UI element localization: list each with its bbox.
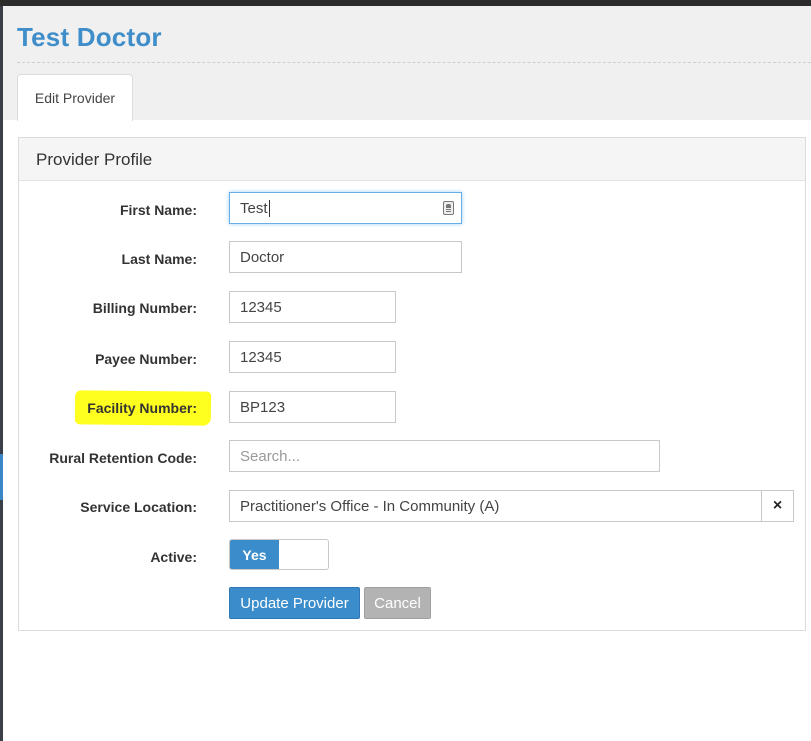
payee-number-label: Payee Number: (95, 351, 197, 367)
clear-service-location-button[interactable]: × (762, 490, 794, 522)
page-title: Test Doctor (17, 22, 162, 52)
cancel-button[interactable]: Cancel (364, 587, 431, 619)
close-icon: × (772, 497, 783, 514)
first-name-value: Test (240, 199, 268, 217)
panel-title: Provider Profile (19, 138, 805, 181)
billing-number-value: 12345 (240, 298, 282, 316)
modal-header: Test Doctor Edit Provider (3, 6, 811, 121)
text-cursor (268, 199, 270, 217)
contact-card-icon[interactable] (443, 201, 454, 215)
last-name-value: Doctor (240, 248, 285, 266)
last-name-label: Last Name: (121, 251, 197, 267)
service-location-label: Service Location: (80, 499, 197, 515)
tab-edit-provider[interactable]: Edit Provider (17, 74, 133, 121)
edit-provider-modal: Test Doctor Edit Provider Provider Profi… (3, 6, 811, 741)
header-divider (17, 62, 811, 63)
last-name-field[interactable]: Doctor (229, 241, 462, 273)
payee-number-value: 12345 (240, 348, 282, 366)
facility-number-label: Facility Number: (87, 400, 197, 416)
active-toggle-yes: Yes (230, 540, 279, 569)
payee-number-field[interactable]: 12345 (229, 341, 396, 373)
billing-number-field[interactable]: 12345 (229, 291, 396, 323)
rural-retention-code-search[interactable]: Search... (229, 440, 660, 472)
rural-retention-code-label: Rural Retention Code: (49, 450, 197, 466)
first-name-label: First Name: (119, 202, 197, 218)
billing-number-label: Billing Number: (92, 300, 197, 316)
service-location-value: Practitioner's Office - In Community (A) (240, 497, 500, 515)
rural-retention-code-placeholder: Search... (240, 447, 301, 465)
active-toggle[interactable]: Yes (229, 539, 329, 570)
service-location-select[interactable]: Practitioner's Office - In Community (A) (229, 490, 762, 522)
provider-profile-panel: Provider Profile First Name: Test Last N… (18, 137, 806, 631)
first-name-field[interactable]: Test (229, 192, 462, 224)
facility-number-field[interactable]: BP123 (229, 391, 396, 423)
facility-number-value: BP123 (240, 398, 286, 416)
update-provider-button[interactable]: Update Provider (229, 587, 360, 619)
active-label: Active: (150, 549, 197, 565)
